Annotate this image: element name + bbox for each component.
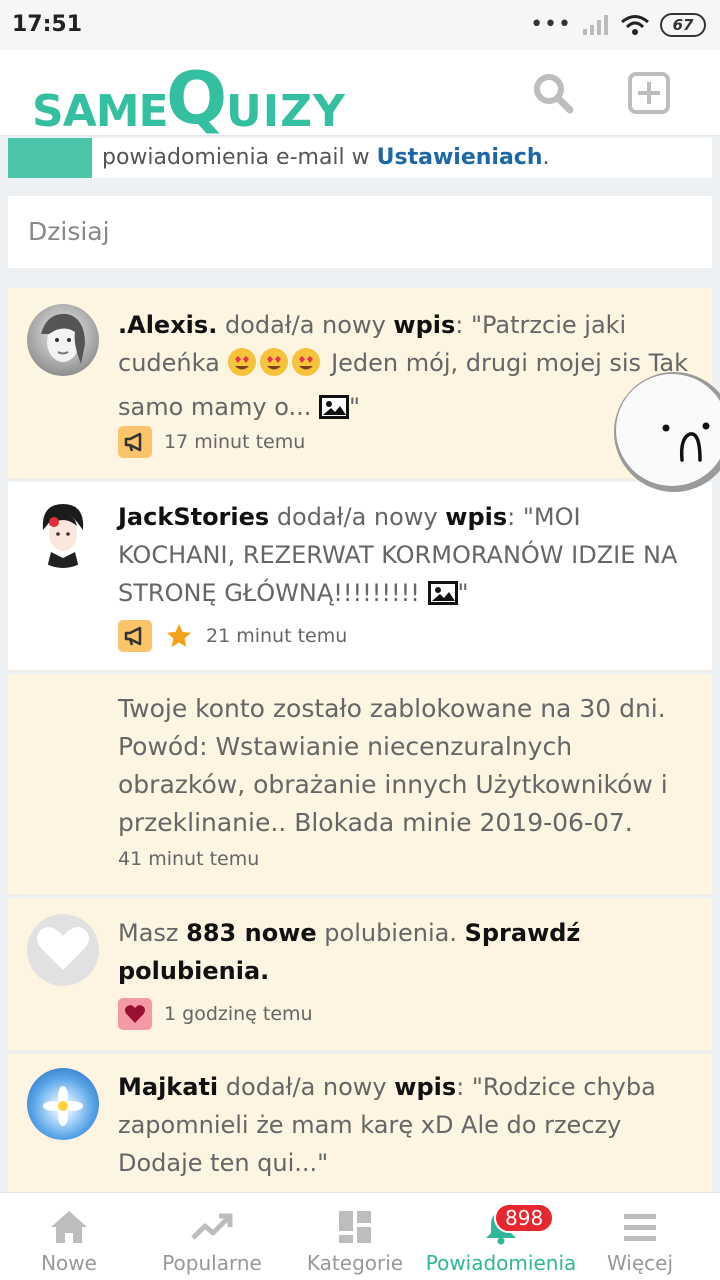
- notification-item[interactable]: JackStories dodał/a nowy wpis: "MOI KOCH…: [8, 482, 712, 672]
- section-title: Dzisiaj: [28, 217, 110, 246]
- notification-item[interactable]: Majkati dodał/a nowy wpis: "Rodzice chyb…: [8, 1054, 712, 1192]
- nav-label: Więcej: [606, 1251, 674, 1275]
- hint-accent-block: [8, 138, 92, 178]
- avatar-flower-icon: [43, 1086, 83, 1126]
- nav-item-new[interactable]: Nowe: [22, 1193, 116, 1280]
- samequizy-logo[interactable]: SAME Q UIZY: [32, 56, 362, 140]
- notification-text: Majkati dodał/a nowy wpis: "Rodzice chyb…: [118, 1068, 700, 1182]
- notification-text: Twoje konto zostało zablokowane na 30 dn…: [118, 690, 700, 842]
- heart-icon: [37, 927, 89, 970]
- image-attachment-icon: [318, 392, 349, 430]
- username[interactable]: .Alexis.: [118, 311, 217, 339]
- quote-end: ": [348, 393, 361, 421]
- timestamp: 21 minut temu: [206, 625, 348, 647]
- likes-count: 883 nowe: [186, 919, 317, 947]
- notification-meta: 21 minut temu: [118, 620, 347, 652]
- likes-middle: polubienia.: [316, 919, 465, 947]
- home-icon: [51, 1211, 87, 1243]
- nav-item-more[interactable]: Więcej: [600, 1193, 680, 1280]
- avatar-anime-icon: [42, 504, 84, 568]
- megaphone-icon: [118, 620, 152, 652]
- object-link[interactable]: wpis: [393, 311, 455, 339]
- logo-part-q: Q: [166, 56, 228, 140]
- email-settings-hint: powiadomienia e-mail w Ustawieniach.: [8, 138, 712, 178]
- nav-item-categories[interactable]: Kategorie: [302, 1193, 408, 1280]
- nav-label: Nowe: [41, 1251, 97, 1275]
- logo-part-uizy: UIZY: [226, 86, 346, 137]
- heart-badge-icon: [118, 998, 152, 1030]
- action-text: dodał/a nowy: [218, 1073, 395, 1101]
- notification-count-badge: 898: [494, 1203, 555, 1233]
- megaphone-icon: [118, 426, 152, 458]
- more-dots-icon: •••: [530, 12, 572, 37]
- timestamp: 1 godzinę temu: [164, 1003, 313, 1025]
- notification-item[interactable]: Twoje konto zostało zablokowane na 30 dn…: [8, 674, 712, 896]
- action-text: dodał/a nowy: [217, 311, 394, 339]
- timestamp: 17 minut temu: [164, 431, 306, 453]
- signal-icon: [583, 15, 608, 35]
- notification-item[interactable]: Masz 883 nowe polubienia. Sprawdź polubi…: [8, 898, 712, 1052]
- timestamp: 41 minut temu: [118, 848, 260, 870]
- nav-label: Popularne: [162, 1251, 262, 1275]
- trending-icon: [191, 1213, 233, 1240]
- bottom-navigation: Nowe Popularne Kategorie Powiadomienia 8…: [0, 1192, 720, 1280]
- battery-indicator: 67: [660, 13, 706, 37]
- star-icon: [167, 624, 191, 647]
- image-attachment-icon: [427, 578, 458, 616]
- avatar-face-icon: [41, 313, 85, 364]
- heart-eyes-emoji-icon: [227, 347, 323, 388]
- menu-icon: [624, 1214, 656, 1241]
- username[interactable]: Majkati: [118, 1073, 218, 1101]
- status-bar: 17:51 ••• 67: [0, 0, 720, 50]
- nav-label: Kategorie: [306, 1251, 404, 1275]
- hint-text-main: powiadomienia e-mail w: [102, 145, 377, 170]
- floating-sticker-bubble[interactable]: [610, 368, 720, 496]
- search-icon: [534, 74, 574, 114]
- status-time: 17:51: [12, 12, 83, 37]
- status-icons: ••• 67: [530, 13, 706, 37]
- nav-item-notifications[interactable]: Powiadomienia 898: [424, 1193, 578, 1280]
- section-header: Dzisiaj: [8, 196, 712, 268]
- block-message: Twoje konto zostało zablokowane na 30 dn…: [118, 694, 668, 837]
- action-text: dodał/a nowy: [269, 503, 446, 531]
- grid-icon: [339, 1211, 371, 1243]
- hint-text-suffix: .: [542, 145, 550, 170]
- likes-avatar: [27, 914, 99, 986]
- notification-meta: 17 minut temu: [118, 426, 305, 458]
- avatar[interactable]: [27, 1068, 99, 1140]
- wifi-icon: [621, 15, 649, 35]
- notification-text: Masz 883 nowe polubienia. Sprawdź polubi…: [118, 914, 700, 990]
- app-header: SAME Q UIZY: [0, 50, 720, 140]
- add-button[interactable]: [626, 70, 672, 116]
- avatar[interactable]: [27, 496, 99, 568]
- notification-text: JackStories dodał/a nowy wpis: "MOI KOCH…: [118, 498, 700, 616]
- plus-square-icon: [628, 72, 670, 114]
- nav-item-popular[interactable]: Popularne: [152, 1193, 272, 1280]
- logo-part-same: SAME: [32, 86, 169, 137]
- notification-item[interactable]: .Alexis. dodał/a nowy wpis: "Patrzcie ja…: [8, 288, 712, 480]
- object-link[interactable]: wpis: [394, 1073, 456, 1101]
- nav-label: Powiadomienia: [425, 1251, 577, 1275]
- search-button[interactable]: [530, 70, 576, 116]
- settings-link[interactable]: Ustawieniach: [377, 145, 543, 170]
- quote-end: ": [457, 579, 469, 607]
- username[interactable]: JackStories: [118, 503, 269, 531]
- object-link[interactable]: wpis: [445, 503, 507, 531]
- notification-meta: 1 godzinę temu: [118, 998, 313, 1030]
- likes-prefix: Masz: [118, 919, 187, 947]
- notification-meta: 41 minut temu: [118, 848, 259, 870]
- hint-text: powiadomienia e-mail w Ustawieniach.: [102, 145, 550, 170]
- sad-face-sticker-icon: [614, 372, 720, 492]
- avatar[interactable]: [27, 304, 99, 376]
